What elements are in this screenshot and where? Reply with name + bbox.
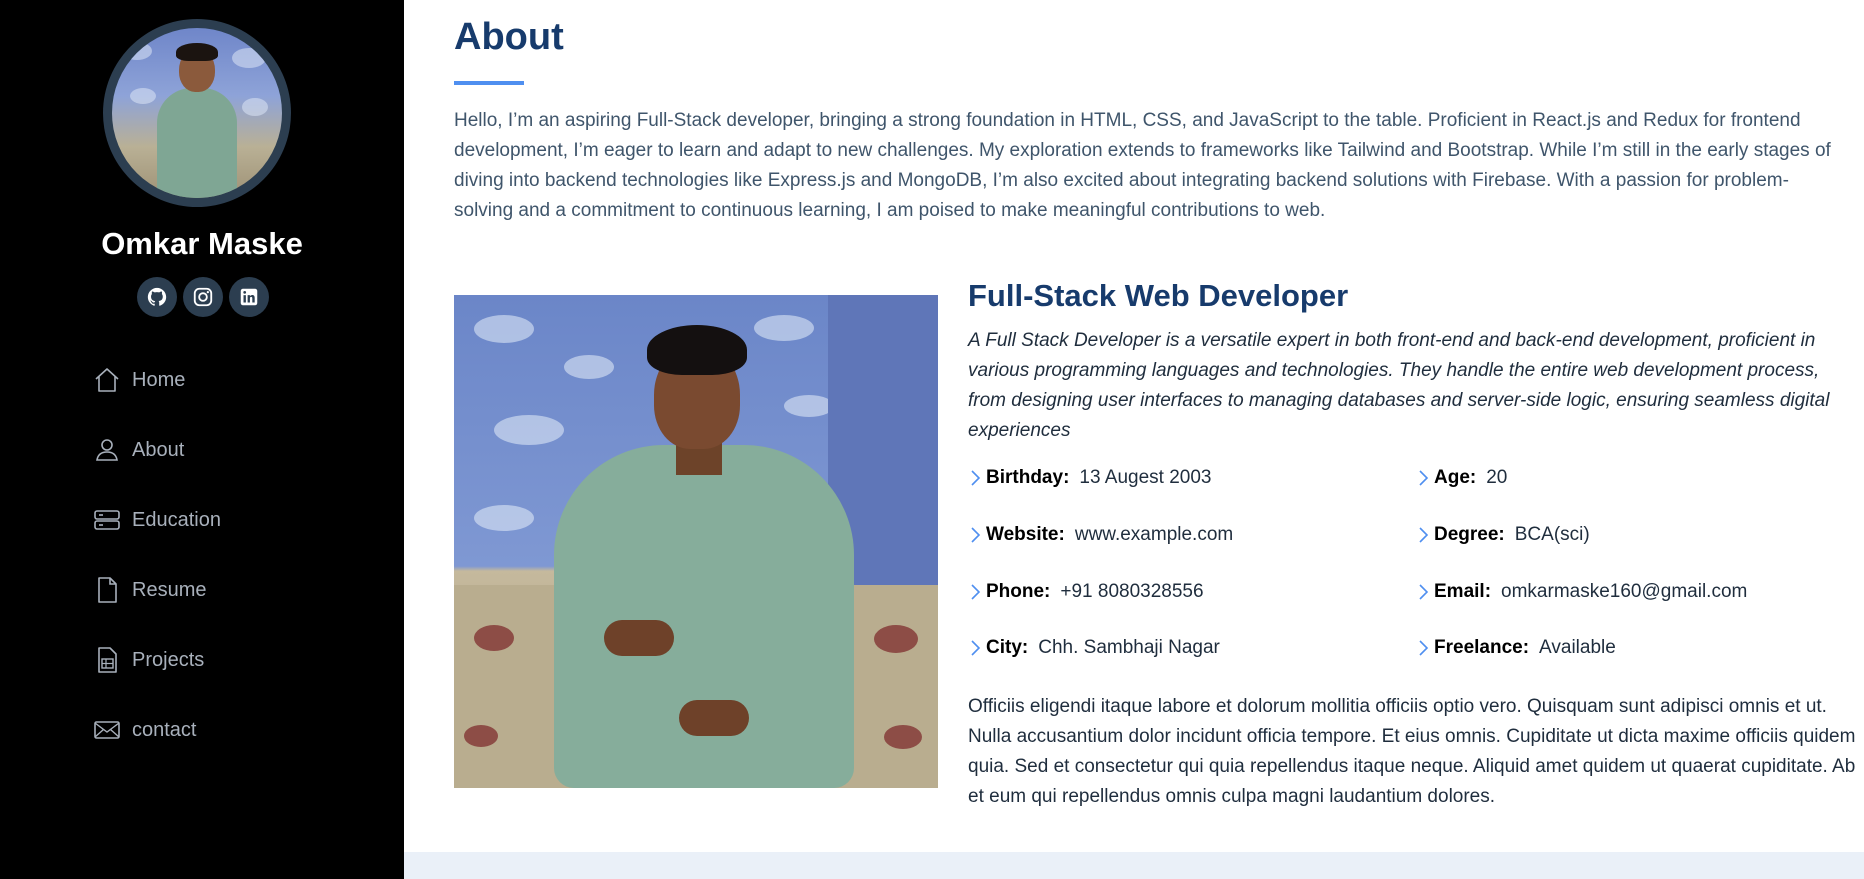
sidebar-item-contact[interactable]: contact (92, 715, 221, 745)
next-section-band (404, 852, 1864, 879)
section-title: About (454, 16, 564, 58)
sidebar: Omkar Maske Home About Education Resume … (0, 0, 404, 879)
about-intro: Hello, I’m an aspiring Full-Stack develo… (454, 110, 1831, 221)
website-value[interactable]: www.example.com (1075, 524, 1233, 546)
server-icon (92, 505, 122, 535)
envelope-icon (92, 715, 122, 745)
social-links (137, 277, 269, 317)
instagram-icon (193, 287, 213, 307)
sidebar-item-about[interactable]: About (92, 435, 221, 465)
fact-phone: Phone: +91 8080328556 (968, 581, 1204, 603)
chevron-right-icon (1416, 581, 1432, 603)
chevron-right-icon (968, 467, 984, 489)
city-value: Chh. Sambhaji Nagar (1038, 637, 1220, 658)
sidebar-item-label: Projects (132, 648, 205, 671)
chevron-right-icon (1416, 637, 1432, 659)
sidebar-item-label: Resume (132, 578, 207, 601)
sidebar-item-home[interactable]: Home (92, 365, 221, 395)
birthday-value: 13 Augest 2003 (1079, 467, 1212, 488)
sidebar-item-education[interactable]: Education (92, 505, 221, 535)
fact-degree: Degree: BCA(sci) (1416, 524, 1590, 546)
sidebar-item-projects[interactable]: Projects (92, 645, 221, 675)
github-link[interactable] (137, 277, 177, 317)
sidebar-item-label: About (132, 438, 185, 461)
fact-email: Email: omkarmaske160@gmail.com (1416, 581, 1747, 603)
sidebar-nav: Home About Education Resume Projects con… (92, 365, 221, 785)
chevron-right-icon (968, 581, 984, 603)
instagram-link[interactable] (183, 277, 223, 317)
linkedin-icon (240, 288, 258, 306)
phone-value: +91 8080328556 (1060, 581, 1204, 602)
sidebar-item-label: Home (132, 368, 186, 391)
sidebar-item-label: contact (132, 718, 197, 741)
fact-age: Age: 20 (1416, 467, 1507, 489)
chevron-right-icon (968, 637, 984, 659)
avatar (103, 19, 291, 207)
age-value: 20 (1486, 467, 1508, 488)
file-icon (92, 575, 122, 605)
sidebar-item-label: Education (132, 508, 221, 531)
fact-freelance: Freelance: Available (1416, 637, 1616, 659)
profile-name: Omkar Maske (101, 226, 303, 261)
about-outro: Officiis eligendi itaque labore et dolor… (968, 696, 1856, 807)
linkedin-link[interactable] (229, 277, 269, 317)
sidebar-item-resume[interactable]: Resume (92, 575, 221, 605)
github-icon (147, 287, 167, 306)
chevron-right-icon (1416, 524, 1432, 546)
chevron-right-icon (1416, 467, 1432, 489)
role-title: Full-Stack Web Developer (968, 278, 1349, 313)
profile-photo-small (112, 28, 282, 198)
role-description: A Full Stack Developer is a versatile ex… (968, 330, 1830, 441)
degree-value: BCA(sci) (1514, 524, 1590, 545)
person-icon (92, 435, 122, 465)
profile-photo (454, 295, 938, 788)
fact-city: City: Chh. Sambhaji Nagar (968, 637, 1220, 659)
document-icon (92, 645, 122, 675)
about-section: About Hello, I’m an aspiring Full-Stack … (404, 0, 1864, 879)
home-icon (92, 365, 122, 395)
freelance-value: Available (1539, 637, 1616, 658)
email-value[interactable]: omkarmaske160@gmail.com (1501, 581, 1747, 603)
chevron-right-icon (968, 524, 984, 546)
title-underline (454, 81, 524, 85)
fact-website: Website: www.example.com (968, 524, 1233, 546)
fact-birthday: Birthday: 13 Augest 2003 (968, 467, 1211, 489)
